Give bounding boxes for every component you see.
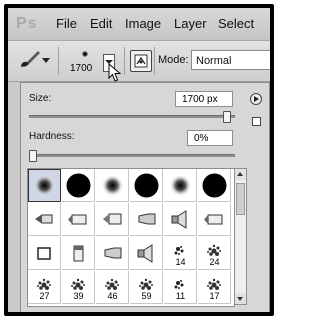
brush-tip-hard[interactable]	[62, 169, 95, 202]
brush-tip-splat[interactable]: 17	[198, 271, 231, 304]
brush-tip-splat[interactable]: 39	[62, 271, 95, 304]
brush-tip-tool-marker[interactable]	[62, 203, 95, 236]
mouse-cursor-icon	[108, 63, 122, 82]
hardness-slider-thumb[interactable]	[29, 150, 37, 162]
tool-pen-brush-icon	[103, 213, 122, 225]
brush-tip-size-label: 39	[73, 291, 84, 301]
tool-marker-brush-icon	[204, 214, 223, 225]
tool-chisel-brush-icon	[104, 247, 122, 259]
brush-tip-tool-square[interactable]	[28, 237, 61, 270]
brush-panel-icon	[134, 54, 148, 68]
menu-edit[interactable]: Edit	[90, 16, 112, 31]
tool-pencil-brush-icon	[35, 214, 53, 224]
brush-preset-picker-panel: Size: 1700 px Hardness: 0% 14 24 27 39 46 59 1…	[20, 82, 270, 312]
brush-tip-preview-icon	[82, 51, 88, 57]
brush-tool-preset-button[interactable]	[18, 49, 50, 71]
brush-tip-size-label: 46	[107, 291, 118, 301]
brush-tip-hard[interactable]	[198, 169, 231, 202]
scroll-thumb[interactable]	[236, 183, 245, 215]
brush-tip-splat[interactable]: 24	[198, 237, 231, 270]
hardness-input[interactable]: 0%	[187, 130, 233, 146]
brush-tip-tool-chisel[interactable]	[96, 237, 129, 270]
brush-size-readout: 1700	[70, 63, 93, 74]
size-slider-track[interactable]	[29, 115, 235, 118]
brush-icon	[21, 51, 40, 67]
brush-tip-splat[interactable]: 46	[96, 271, 129, 304]
brush-tip-size-label: 11	[175, 291, 186, 301]
tool-speaker-brush-icon	[137, 244, 153, 263]
size-slider-thumb[interactable]	[223, 111, 232, 123]
brush-tip-splat[interactable]: 27	[28, 271, 61, 304]
panel-menu-button[interactable]	[250, 93, 262, 105]
menu-layer[interactable]: Layer	[174, 16, 207, 31]
hard-brush-icon	[66, 173, 91, 198]
play-arrow-icon	[254, 96, 259, 102]
tool-speaker-brush-icon	[171, 210, 187, 229]
brush-tip-tool-speaker[interactable]	[130, 237, 163, 270]
brush-tip-size-label: 27	[39, 291, 50, 301]
chevron-down-icon	[237, 297, 243, 301]
brush-tip-size-label: 14	[175, 257, 186, 267]
mode-select[interactable]: Normal	[191, 50, 270, 70]
brush-tip-tool-pen[interactable]	[96, 203, 129, 236]
mode-label: Mode:	[158, 54, 189, 66]
scroll-up-button[interactable]	[235, 169, 246, 180]
menu-bar: Ps File Edit Image Layer Select	[8, 8, 270, 41]
brush-tip-soft[interactable]	[164, 169, 197, 202]
divider	[154, 47, 155, 75]
brush-tip-soft[interactable]	[96, 169, 129, 202]
menu-file[interactable]: File	[56, 16, 77, 31]
tool-chisel-brush-icon	[138, 213, 156, 225]
new-preset-icon[interactable]	[252, 117, 261, 126]
hardness-label: Hardness:	[29, 131, 75, 142]
tool-square-brush-icon	[37, 247, 51, 260]
hardness-slider-track[interactable]	[29, 154, 235, 157]
soft-brush-icon	[169, 174, 192, 197]
app-logo: Ps	[16, 15, 38, 32]
hard-brush-icon	[134, 173, 159, 198]
grid-scrollbar[interactable]	[234, 168, 247, 305]
app-window: Ps File Edit Image Layer Select 1700 Mod…	[8, 8, 270, 312]
brush-panel-toggle-button[interactable]	[130, 50, 152, 72]
brush-tip-tool-speaker[interactable]	[164, 203, 197, 236]
chevron-up-icon	[237, 172, 243, 176]
brush-tip-splat-small[interactable]: 11	[164, 271, 197, 304]
brush-tip-splat[interactable]: 59	[130, 271, 163, 304]
brush-tip-tool-marker[interactable]	[198, 203, 231, 236]
soft-brush-icon	[33, 174, 56, 197]
size-input[interactable]: 1700 px	[175, 91, 233, 107]
tool-marker-brush-icon	[68, 214, 87, 225]
chevron-down-icon	[42, 58, 50, 63]
brush-tip-grid: 14 24 27 39 46 59 11 17	[27, 168, 235, 307]
size-label: Size:	[29, 93, 52, 104]
brush-tip-tool-pencil[interactable]	[28, 203, 61, 236]
hard-brush-icon	[202, 173, 227, 198]
scroll-down-button[interactable]	[235, 293, 246, 304]
divider	[124, 47, 125, 75]
options-bar: 1700 Mode: Normal	[8, 41, 270, 82]
brush-tip-size-label: 24	[209, 257, 220, 267]
brush-tip-size-label: 17	[209, 291, 220, 301]
brush-tip-hard[interactable]	[130, 169, 163, 202]
brush-tip-tool-chisel[interactable]	[130, 203, 163, 236]
divider	[58, 47, 59, 75]
brush-tip-soft[interactable]	[28, 169, 61, 202]
brush-tip-splat-small[interactable]: 14	[164, 237, 197, 270]
menu-select[interactable]: Select	[218, 16, 254, 31]
soft-brush-icon	[101, 174, 124, 197]
tool-tube-brush-icon	[73, 245, 84, 262]
brush-size-preview[interactable]: 1700	[66, 45, 106, 77]
menu-image[interactable]: Image	[125, 16, 161, 31]
brush-tip-size-label: 59	[141, 291, 152, 301]
brush-tip-tool-tube[interactable]	[62, 237, 95, 270]
